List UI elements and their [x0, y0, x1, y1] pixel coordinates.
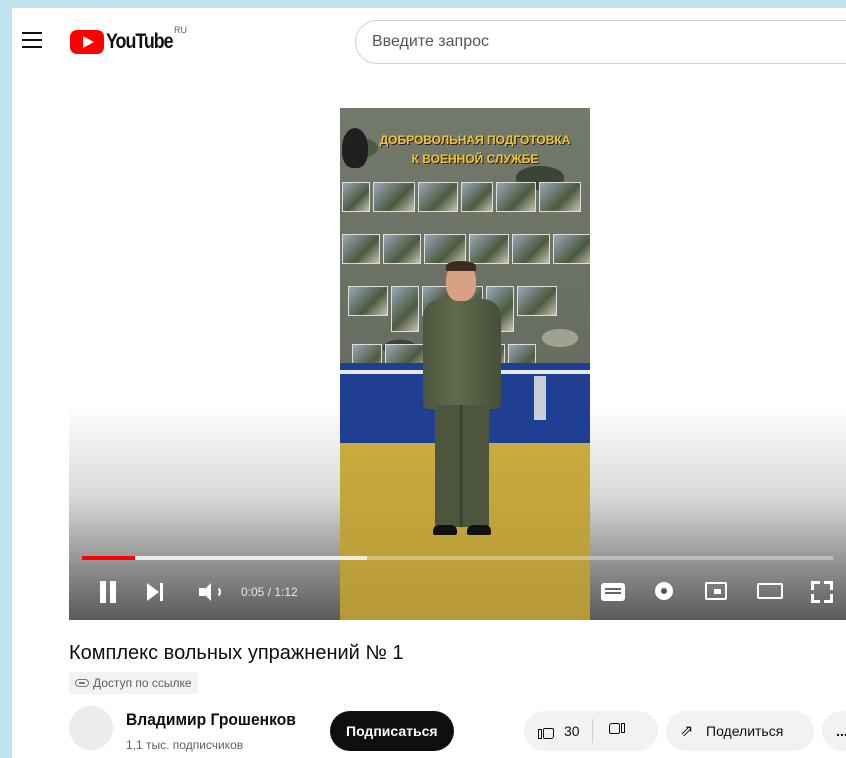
channel-avatar[interactable] [69, 706, 113, 750]
video-player[interactable]: ДОБРОВОЛЬНАЯ ПОДГОТОВКА К ВОЕННОЙ СЛУЖБЕ [69, 108, 846, 620]
more-actions-button[interactable]: ... [822, 711, 846, 751]
subscriber-count: 1,1 тыс. подписчиков [126, 738, 244, 752]
access-label: Доступ по ссылке [93, 676, 192, 690]
progress-played [82, 556, 135, 560]
speaker-figure [421, 261, 503, 543]
video-frame: ДОБРОВОЛЬНАЯ ПОДГОТОВКА К ВОЕННОЙ СЛУЖБЕ [340, 108, 590, 620]
settings-gear-icon[interactable] [653, 580, 675, 602]
channel-name[interactable]: Владимир Грошенков [126, 710, 296, 730]
more-label: ... [836, 723, 846, 739]
player-controls: 0:05 / 1:12 [69, 574, 846, 614]
thumbs-up-icon [538, 722, 556, 740]
subtitles-icon[interactable] [601, 583, 625, 601]
search-placeholder: Введите запрос [372, 33, 489, 50]
search-input[interactable]: Введите запрос [355, 20, 846, 64]
subscribe-button[interactable]: Подписаться [330, 711, 454, 751]
pause-icon[interactable] [98, 581, 118, 603]
miniplayer-icon[interactable] [705, 582, 727, 600]
banner-title-line2: К ВОЕННОЙ СЛУЖБЕ [411, 152, 539, 166]
like-dislike-group: 30 [524, 711, 658, 751]
share-icon [680, 721, 698, 741]
video-title: Комплекс вольных упражнений № 1 [69, 642, 404, 664]
share-label: Поделиться [706, 723, 784, 739]
link-icon [75, 679, 89, 687]
menu-icon[interactable] [22, 32, 42, 48]
next-icon[interactable] [147, 583, 165, 601]
region-label: RU [174, 25, 187, 35]
fullscreen-icon[interactable] [811, 581, 833, 603]
youtube-logo[interactable]: YouTube [70, 29, 184, 55]
theater-mode-icon[interactable] [757, 583, 783, 599]
progress-bar[interactable] [82, 556, 833, 560]
banner-title-line1: ДОБРОВОЛЬНАЯ ПОДГОТОВКА [379, 133, 571, 147]
wall-panel [534, 376, 546, 420]
youtube-watch-page: YouTube RU Введите запрос ДОБРОВОЛЬНАЯ П… [12, 8, 846, 758]
dislike-button[interactable] [593, 711, 625, 751]
time-display: 0:05 / 1:12 [241, 585, 298, 599]
like-button[interactable]: 30 [524, 711, 592, 751]
like-count: 30 [564, 723, 580, 739]
youtube-logo-icon [70, 30, 104, 54]
logo-text: YouTube [106, 30, 174, 53]
access-badge: Доступ по ссылке [69, 672, 198, 694]
thumbs-down-icon [607, 722, 625, 740]
share-button[interactable]: Поделиться [666, 711, 814, 751]
